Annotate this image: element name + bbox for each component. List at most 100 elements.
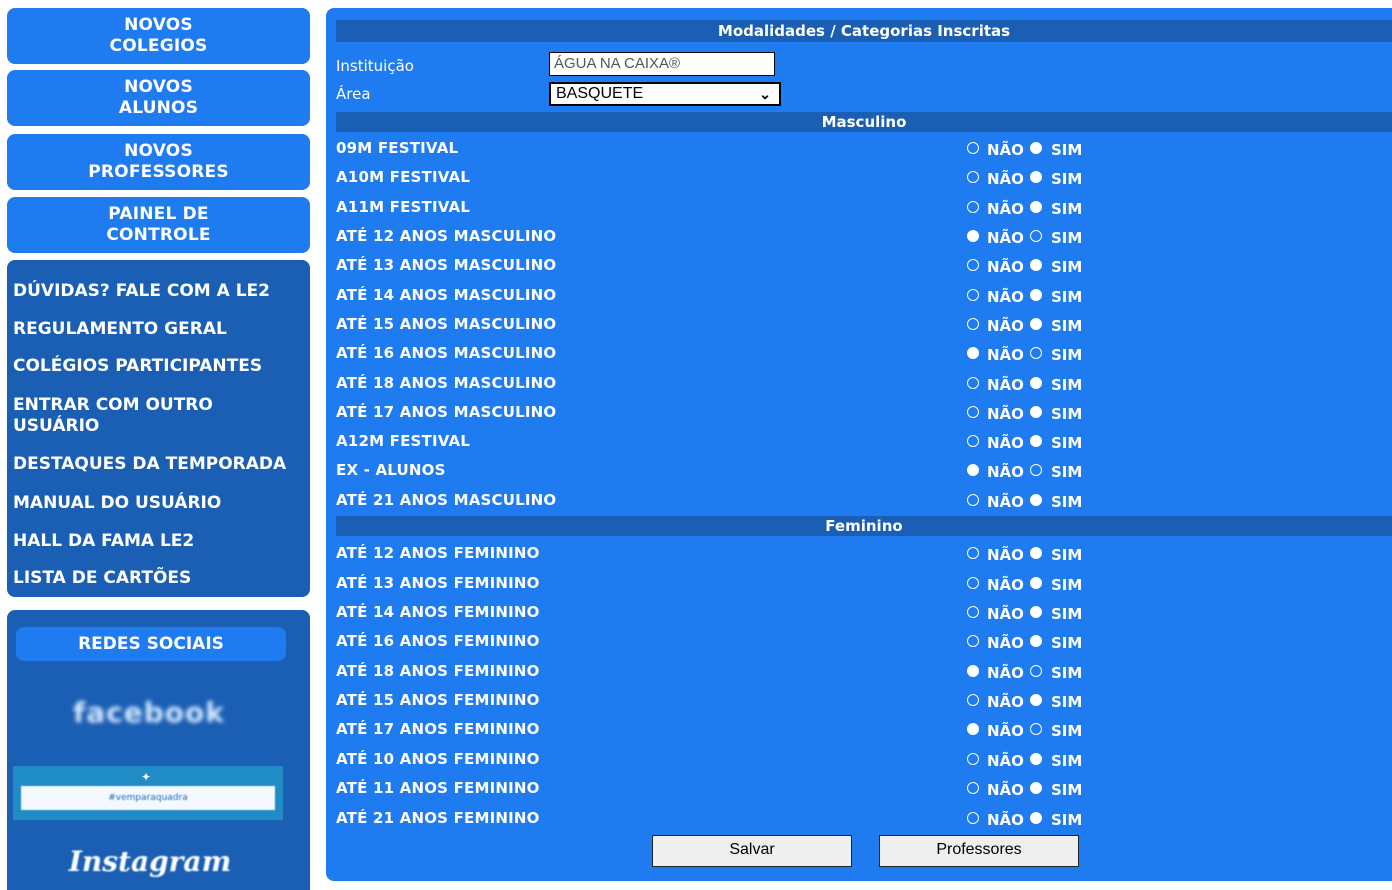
category-label: 09M FESTIVAL <box>336 139 459 157</box>
radio-nao[interactable] <box>967 723 979 735</box>
category-row: ATÉ 21 ANOS MASCULINO NÃO SIM <box>336 489 1386 515</box>
radio-nao[interactable] <box>967 812 979 824</box>
facebook-logo[interactable]: facebook <box>19 698 279 728</box>
radio-sim[interactable] <box>1030 435 1042 447</box>
radio-nao[interactable] <box>967 635 979 647</box>
save-button[interactable]: Salvar <box>652 835 852 867</box>
category-label: ATÉ 16 ANOS MASCULINO <box>336 344 557 362</box>
instagram-logo[interactable]: Instagram <box>25 842 275 882</box>
category-label: ATÉ 18 ANOS MASCULINO <box>336 374 557 392</box>
radio-sim[interactable] <box>1030 577 1042 589</box>
option-sim-label: SIM <box>1051 664 1083 682</box>
radio-sim[interactable] <box>1030 464 1042 476</box>
category-row: ATÉ 21 ANOS FEMININO NÃO SIM <box>336 807 1386 833</box>
radio-nao[interactable] <box>967 318 979 330</box>
radio-sim[interactable] <box>1030 406 1042 418</box>
radio-nao[interactable] <box>967 494 979 506</box>
radio-sim[interactable] <box>1030 142 1042 154</box>
option-sim-label: SIM <box>1051 493 1083 511</box>
option-sim-label: SIM <box>1051 288 1083 306</box>
option-nao-label: NÃO <box>987 811 1024 829</box>
radio-nao[interactable] <box>967 142 979 154</box>
radio-nao[interactable] <box>967 694 979 706</box>
radio-nao[interactable] <box>967 464 979 476</box>
radio-sim[interactable] <box>1030 753 1042 765</box>
option-nao-label: NÃO <box>987 463 1024 481</box>
radio-sim[interactable] <box>1030 635 1042 647</box>
option-nao-label: NÃO <box>987 170 1024 188</box>
radio-sim[interactable] <box>1030 782 1042 794</box>
option-sim-label: SIM <box>1051 229 1083 247</box>
new-students-button[interactable]: NOVOS ALUNOS <box>7 70 310 126</box>
menu-item-switch-user[interactable]: ENTRAR COM OUTRO USUÁRIO <box>13 395 303 437</box>
menu-item-highlights[interactable]: DESTAQUES DA TEMPORADA <box>13 454 303 475</box>
category-label: ATÉ 14 ANOS FEMININO <box>336 603 540 621</box>
option-nao-label: NÃO <box>987 141 1024 159</box>
le2-logo[interactable]: ✦ #vemparaquadra <box>13 766 283 820</box>
menu-item-participants[interactable]: COLÉGIOS PARTICIPANTES <box>13 356 303 377</box>
radio-nao[interactable] <box>967 406 979 418</box>
radio-sim[interactable] <box>1030 665 1042 677</box>
area-select[interactable]: BASQUETE ⌄ <box>549 82 781 106</box>
new-teachers-button[interactable]: NOVOS PROFESSORES <box>7 134 310 190</box>
radio-sim[interactable] <box>1030 318 1042 330</box>
radio-nao[interactable] <box>967 665 979 677</box>
menu-item-help[interactable]: DÚVIDAS? FALE COM A LE2 <box>13 281 303 302</box>
radio-sim[interactable] <box>1030 812 1042 824</box>
option-nao-label: NÃO <box>987 405 1024 423</box>
option-sim-label: SIM <box>1051 605 1083 623</box>
chevron-down-icon: ⌄ <box>759 86 771 102</box>
radio-nao[interactable] <box>967 606 979 618</box>
radio-sim[interactable] <box>1030 230 1042 242</box>
radio-sim[interactable] <box>1030 201 1042 213</box>
radio-sim[interactable] <box>1030 723 1042 735</box>
radio-sim[interactable] <box>1030 694 1042 706</box>
category-label: ATÉ 13 ANOS FEMININO <box>336 574 540 592</box>
radio-sim[interactable] <box>1030 289 1042 301</box>
radio-nao[interactable] <box>967 201 979 213</box>
category-row: ATÉ 16 ANOS MASCULINO NÃO SIM <box>336 342 1386 368</box>
radio-nao[interactable] <box>967 259 979 271</box>
menu-item-rules[interactable]: REGULAMENTO GERAL <box>13 319 303 340</box>
category-label: ATÉ 21 ANOS MASCULINO <box>336 491 557 509</box>
radio-sim[interactable] <box>1030 171 1042 183</box>
category-row: A11M FESTIVAL NÃO SIM <box>336 196 1386 222</box>
category-row: ATÉ 10 ANOS FEMININO NÃO SIM <box>336 748 1386 774</box>
sidebar-menu: DÚVIDAS? FALE COM A LE2 REGULAMENTO GERA… <box>7 260 310 597</box>
radio-sim[interactable] <box>1030 547 1042 559</box>
menu-item-cards[interactable]: LISTA DE CARTÕES <box>13 568 303 589</box>
professors-button[interactable]: Professores <box>879 835 1079 867</box>
radio-nao[interactable] <box>967 435 979 447</box>
radio-nao[interactable] <box>967 347 979 359</box>
radio-nao[interactable] <box>967 577 979 589</box>
option-sim-label: SIM <box>1051 546 1083 564</box>
new-colleges-button[interactable]: NOVOS COLEGIOS <box>7 8 310 64</box>
area-select-value: BASQUETE <box>556 85 644 102</box>
option-nao-label: NÃO <box>987 781 1024 799</box>
radio-nao[interactable] <box>967 171 979 183</box>
radio-sim[interactable] <box>1030 259 1042 271</box>
option-sim-label: SIM <box>1051 781 1083 799</box>
radio-nao[interactable] <box>967 782 979 794</box>
category-label: ATÉ 15 ANOS FEMININO <box>336 691 540 709</box>
radio-sim[interactable] <box>1030 606 1042 618</box>
category-row: 09M FESTIVAL NÃO SIM <box>336 137 1386 163</box>
radio-nao[interactable] <box>967 230 979 242</box>
radio-nao[interactable] <box>967 289 979 301</box>
radio-sim[interactable] <box>1030 347 1042 359</box>
category-label: ATÉ 12 ANOS MASCULINO <box>336 227 557 245</box>
option-sim-label: SIM <box>1051 576 1083 594</box>
menu-item-manual[interactable]: MANUAL DO USUÁRIO <box>13 493 303 514</box>
category-label: A12M FESTIVAL <box>336 432 471 450</box>
menu-item-hall-of-fame[interactable]: HALL DA FAMA LE2 <box>13 531 303 552</box>
radio-nao[interactable] <box>967 547 979 559</box>
option-sim-label: SIM <box>1051 405 1083 423</box>
radio-nao[interactable] <box>967 753 979 765</box>
radio-sim[interactable] <box>1030 377 1042 389</box>
option-nao-label: NÃO <box>987 376 1024 394</box>
control-panel-button[interactable]: PAINEL DE CONTROLE <box>7 197 310 253</box>
radio-sim[interactable] <box>1030 494 1042 506</box>
radio-nao[interactable] <box>967 377 979 389</box>
category-row: ATÉ 11 ANOS FEMININO NÃO SIM <box>336 777 1386 803</box>
institution-field[interactable]: ÁGUA NA CAIXA® <box>549 52 775 76</box>
